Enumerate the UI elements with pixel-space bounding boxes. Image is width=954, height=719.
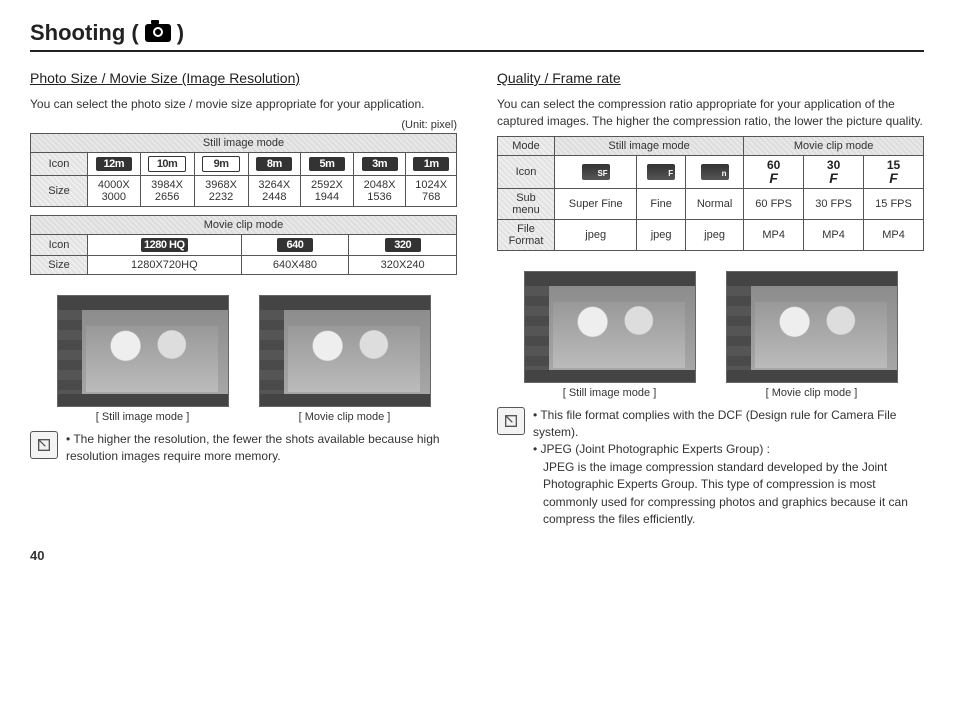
note-list-right: This file format complies with the DCF (… bbox=[533, 407, 924, 529]
right-column: Quality / Frame rate You can select the … bbox=[497, 70, 924, 528]
sub-4: 30 FPS bbox=[804, 188, 864, 219]
title-suffix: ) bbox=[177, 20, 184, 46]
fps-30-icon: 30F bbox=[804, 155, 864, 188]
page-title: Shooting ( ) bbox=[30, 20, 924, 52]
camera-icon bbox=[145, 24, 171, 42]
shot-still-caption: [ Still image mode ] bbox=[57, 411, 229, 423]
icon-10m: 10m bbox=[140, 152, 194, 175]
rshot-movie-caption: [ Movie clip mode ] bbox=[726, 387, 898, 399]
rshot-still-caption: [ Still image mode ] bbox=[524, 387, 696, 399]
right-screenshots: [ Still image mode ] [ Movie clip mode ] bbox=[497, 271, 924, 399]
row-icon: Icon bbox=[498, 155, 555, 188]
sub-1: Fine bbox=[637, 188, 686, 219]
shot-movie-wrap: [ Movie clip mode ] bbox=[259, 295, 431, 423]
section-title-photo-size: Photo Size / Movie Size (Image Resolutio… bbox=[30, 70, 457, 86]
icon-12m: 12m bbox=[88, 152, 141, 175]
left-screenshots: [ Still image mode ] [ Movie clip mode ] bbox=[30, 295, 457, 423]
size-3: 3264X 2448 bbox=[248, 175, 301, 206]
icon-5m: 5m bbox=[301, 152, 354, 175]
fps-15-icon: 15F bbox=[864, 155, 924, 188]
ff-2: jpeg bbox=[685, 219, 743, 250]
note-jpeg: JPEG (Joint Photographic Experts Group) … bbox=[533, 441, 924, 528]
page-number: 40 bbox=[30, 548, 924, 563]
section-title-quality: Quality / Frame rate bbox=[497, 70, 924, 86]
row-sub: Sub menu bbox=[498, 188, 555, 219]
size-6: 1024X 768 bbox=[406, 175, 457, 206]
icon-8m: 8m bbox=[248, 152, 301, 175]
intro-text-right: You can select the compression ratio app… bbox=[497, 96, 924, 130]
qicon-sf: SF bbox=[555, 155, 637, 188]
col-movie: Movie clip mode bbox=[744, 136, 924, 155]
jpeg-detail: JPEG is the image compression standard d… bbox=[533, 459, 924, 529]
shot-still-image bbox=[57, 295, 229, 407]
msize-1: 640X480 bbox=[241, 255, 349, 274]
icon-3m: 3m bbox=[353, 152, 406, 175]
sub-3: 60 FPS bbox=[744, 188, 804, 219]
rshot-movie-image bbox=[726, 271, 898, 383]
movie-header: Movie clip mode bbox=[31, 215, 457, 234]
row-icon-label-movie: Icon bbox=[31, 234, 88, 255]
note-item: The higher the resolution, the fewer the… bbox=[66, 431, 457, 466]
row-file: File Format bbox=[498, 219, 555, 250]
left-column: Photo Size / Movie Size (Image Resolutio… bbox=[30, 70, 457, 528]
icon-640: 640 bbox=[241, 234, 349, 255]
note-list-left: The higher the resolution, the fewer the… bbox=[66, 431, 457, 466]
icon-1m: 1m bbox=[406, 152, 457, 175]
sub-0: Super Fine bbox=[555, 188, 637, 219]
note-left: The higher the resolution, the fewer the… bbox=[30, 431, 457, 466]
still-header: Still image mode bbox=[31, 133, 457, 152]
ff-3: MP4 bbox=[744, 219, 804, 250]
msize-0: 1280X720HQ bbox=[88, 255, 242, 274]
shot-movie-image bbox=[259, 295, 431, 407]
note-dcf: This file format complies with the DCF (… bbox=[533, 407, 924, 442]
note-right: This file format complies with the DCF (… bbox=[497, 407, 924, 529]
row-size-label: Size bbox=[31, 175, 88, 206]
sub-2: Normal bbox=[685, 188, 743, 219]
size-2: 3968X 2232 bbox=[194, 175, 248, 206]
content-columns: Photo Size / Movie Size (Image Resolutio… bbox=[30, 70, 924, 528]
title-prefix: Shooting ( bbox=[30, 20, 139, 46]
ff-4: MP4 bbox=[804, 219, 864, 250]
shot-still-wrap: [ Still image mode ] bbox=[57, 295, 229, 423]
icon-320: 320 bbox=[349, 234, 457, 255]
ff-0: jpeg bbox=[555, 219, 637, 250]
icon-9m: 9m bbox=[194, 152, 248, 175]
note-icon bbox=[497, 407, 525, 435]
msize-2: 320X240 bbox=[349, 255, 457, 274]
col-still: Still image mode bbox=[555, 136, 744, 155]
size-0: 4000X 3000 bbox=[88, 175, 141, 206]
sub-5: 15 FPS bbox=[864, 188, 924, 219]
qicon-n: n bbox=[685, 155, 743, 188]
still-image-table: Still image mode Icon 12m 10m 9m 8m 5m 3… bbox=[30, 133, 457, 207]
size-5: 2048X 1536 bbox=[353, 175, 406, 206]
quality-table: Mode Still image mode Movie clip mode Ic… bbox=[497, 136, 924, 251]
fps-60-icon: 60F bbox=[744, 155, 804, 188]
rshot-still-wrap: [ Still image mode ] bbox=[524, 271, 696, 399]
rshot-still-image bbox=[524, 271, 696, 383]
note-icon bbox=[30, 431, 58, 459]
unit-label: (Unit: pixel) bbox=[30, 119, 457, 131]
qicon-f: F bbox=[637, 155, 686, 188]
intro-text-left: You can select the photo size / movie si… bbox=[30, 96, 457, 113]
size-4: 2592X 1944 bbox=[301, 175, 354, 206]
movie-clip-table: Movie clip mode Icon 1280 HQ 640 320 Siz… bbox=[30, 215, 457, 275]
row-icon-label: Icon bbox=[31, 152, 88, 175]
size-1: 3984X 2656 bbox=[140, 175, 194, 206]
ff-1: jpeg bbox=[637, 219, 686, 250]
rshot-movie-wrap: [ Movie clip mode ] bbox=[726, 271, 898, 399]
icon-1280: 1280 HQ bbox=[88, 234, 242, 255]
row-size-label-movie: Size bbox=[31, 255, 88, 274]
ff-5: MP4 bbox=[864, 219, 924, 250]
col-mode: Mode bbox=[498, 136, 555, 155]
shot-movie-caption: [ Movie clip mode ] bbox=[259, 411, 431, 423]
